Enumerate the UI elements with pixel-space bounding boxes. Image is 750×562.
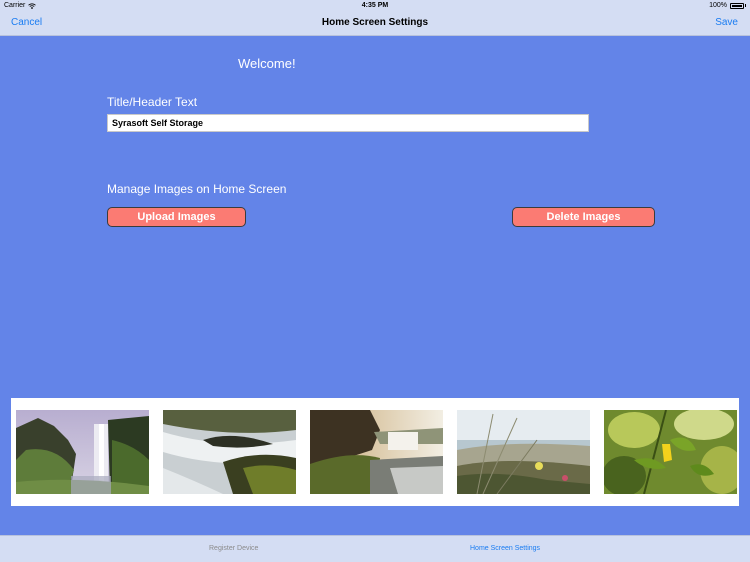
delete-images-button[interactable]: Delete Images [512,207,655,227]
manage-images-label: Manage Images on Home Screen [107,182,287,196]
page-title: Home Screen Settings [321,17,429,28]
gallery-image-dune-grass[interactable] [457,410,590,494]
battery-percent: 100% [709,2,727,9]
tab-home-screen-settings[interactable]: Home Screen Settings [470,545,540,552]
title-header-input[interactable] [107,114,589,132]
tab-bar: Register Device Home Screen Settings [0,535,750,562]
upload-images-button[interactable]: Upload Images [107,207,246,227]
tab-register-device[interactable]: Register Device [209,545,258,552]
gallery-image-river-rapids[interactable] [163,410,296,494]
gallery-image-waterfall-cliff[interactable] [16,410,149,494]
gallery-image-waterfall-valley[interactable] [310,410,443,494]
status-bar: Carrier 4:35 PM 100% [0,0,750,12]
battery-icon [730,2,744,9]
title-header-label: Title/Header Text [107,95,198,109]
save-button[interactable]: Save [715,17,738,28]
battery-indicator: 100% [709,2,746,9]
battery-tip [745,4,746,7]
gallery-image-yellow-flower-leaves[interactable] [604,410,737,494]
status-time: 4:35 PM [361,2,389,9]
image-gallery [11,398,739,506]
navigation-bar: Cancel Home Screen Settings Save [0,12,750,36]
welcome-text: Welcome! [238,56,296,71]
